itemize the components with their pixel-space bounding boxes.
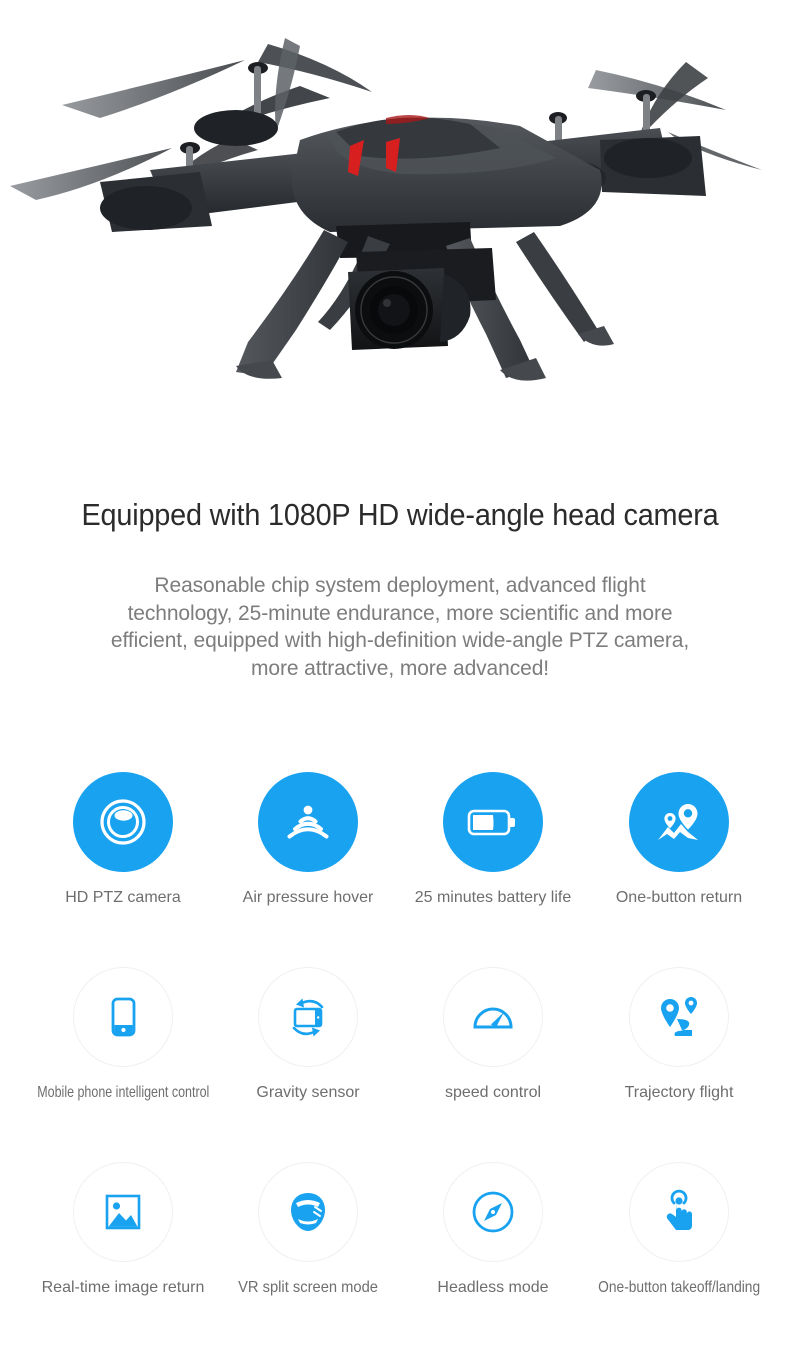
feature-item-hd-ptz-camera[interactable]: HD PTZ camera	[30, 770, 216, 965]
feature-item-headless-mode[interactable]: Headless mode	[400, 1160, 586, 1355]
camera-lens-icon	[73, 772, 173, 872]
product-hero-image	[0, 0, 800, 470]
feature-item-speed-control[interactable]: speed control	[400, 965, 586, 1160]
feature-item-gravity-sensor[interactable]: Gravity sensor	[215, 965, 401, 1160]
signal-waves-icon	[258, 772, 358, 872]
feature-item-trajectory-flight[interactable]: Trajectory flight	[586, 965, 772, 1160]
feature-label: Mobile phone intelligent control	[36, 1084, 210, 1101]
feature-grid: HD PTZ camera Air pressure hover 25 minu…	[0, 770, 800, 1355]
feature-label: Headless mode	[437, 1279, 549, 1296]
feature-row-1: HD PTZ camera Air pressure hover 25 minu…	[0, 770, 800, 965]
speedometer-icon	[443, 967, 543, 1067]
picture-icon	[73, 1162, 173, 1262]
feature-label: Gravity sensor	[256, 1084, 360, 1101]
vr-headset-icon	[258, 1162, 358, 1262]
feature-label: One-button return	[615, 889, 743, 906]
tap-hand-icon	[629, 1162, 729, 1262]
page-description: Reasonable chip system deployment, advan…	[110, 574, 690, 680]
feature-label: Trajectory flight	[624, 1084, 734, 1101]
feature-item-battery-life[interactable]: 25 minutes battery life	[400, 770, 586, 965]
feature-label: VR split screen mode	[238, 1279, 378, 1296]
feature-item-air-pressure-hover[interactable]: Air pressure hover	[215, 770, 401, 965]
page-title: Equipped with 1080P HD wide-angle head c…	[81, 497, 719, 532]
feature-item-one-button-return[interactable]: One-button return	[586, 770, 772, 965]
feature-label: 25 minutes battery life	[414, 889, 572, 906]
smartphone-icon	[73, 967, 173, 1067]
gravity-rotate-icon	[258, 967, 358, 1067]
feature-item-real-time-image-return[interactable]: Real-time image return	[30, 1160, 216, 1355]
feature-label: HD PTZ camera	[65, 889, 181, 906]
battery-icon	[443, 772, 543, 872]
feature-item-takeoff-landing[interactable]: One-button takeoff/landing	[586, 1160, 772, 1355]
map-pins-return-icon	[629, 772, 729, 872]
feature-label: Real-time image return	[41, 1279, 205, 1296]
compass-icon	[443, 1162, 543, 1262]
feature-row-3: Real-time image return VR split screen m…	[0, 1160, 800, 1355]
trajectory-path-icon	[629, 967, 729, 1067]
feature-item-vr-split-screen[interactable]: VR split screen mode	[215, 1160, 401, 1355]
feature-label: Air pressure hover	[242, 889, 374, 906]
feature-label: One-button takeoff/landing	[598, 1279, 760, 1296]
feature-item-mobile-phone-control[interactable]: Mobile phone intelligent control	[30, 965, 216, 1160]
feature-label: speed control	[444, 1084, 542, 1101]
feature-row-2: Mobile phone intelligent control Gravity…	[0, 965, 800, 1160]
